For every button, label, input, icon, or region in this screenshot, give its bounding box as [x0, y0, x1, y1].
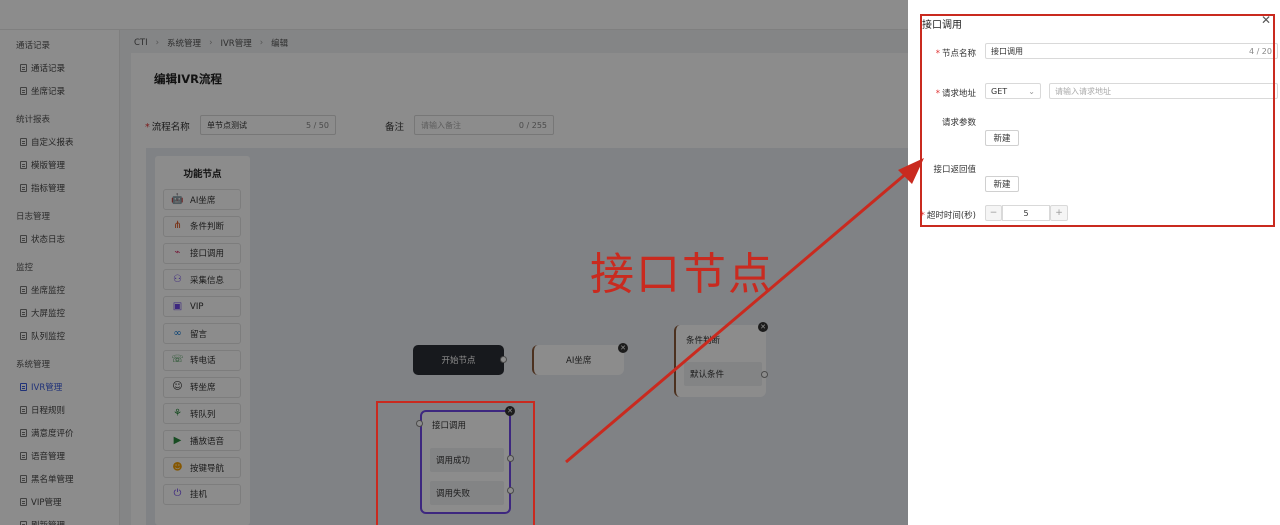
method-value: GET — [991, 86, 1008, 96]
add-param-button[interactable]: 新建 — [985, 130, 1019, 146]
annotation-label: 接口节点 — [590, 249, 774, 300]
drawer-title: 接口调用 — [922, 20, 962, 31]
node-name-count: 4 / 20 — [1248, 46, 1272, 56]
node-name-value: 接口调用 — [991, 46, 1023, 56]
node-name-label: * 节点名称 — [935, 49, 976, 59]
add-return-button[interactable]: 新建 — [985, 176, 1019, 192]
return-label: 接口返回值 — [933, 165, 976, 175]
timeout-input[interactable]: 5 — [1002, 205, 1050, 221]
url-input[interactable]: 请输入请求地址 — [1049, 83, 1278, 99]
method-select[interactable]: GET ⌄ — [985, 83, 1041, 99]
timeout-value: 5 — [1023, 208, 1029, 218]
decrement-button[interactable]: − — [985, 205, 1002, 221]
params-label: 请求参数 — [941, 118, 976, 128]
node-name-input[interactable]: 接口调用 4 / 20 — [985, 43, 1278, 59]
increment-button[interactable]: + — [1050, 205, 1068, 221]
url-label: * 请求地址 — [935, 89, 976, 99]
chevron-down-icon: ⌄ — [1028, 86, 1035, 96]
close-icon[interactable]: ✕ — [1261, 13, 1271, 27]
node-config-drawer — [908, 0, 1280, 525]
url-placeholder: 请输入请求地址 — [1055, 86, 1111, 96]
timeout-label: * 超时时间(秒) — [920, 211, 976, 221]
